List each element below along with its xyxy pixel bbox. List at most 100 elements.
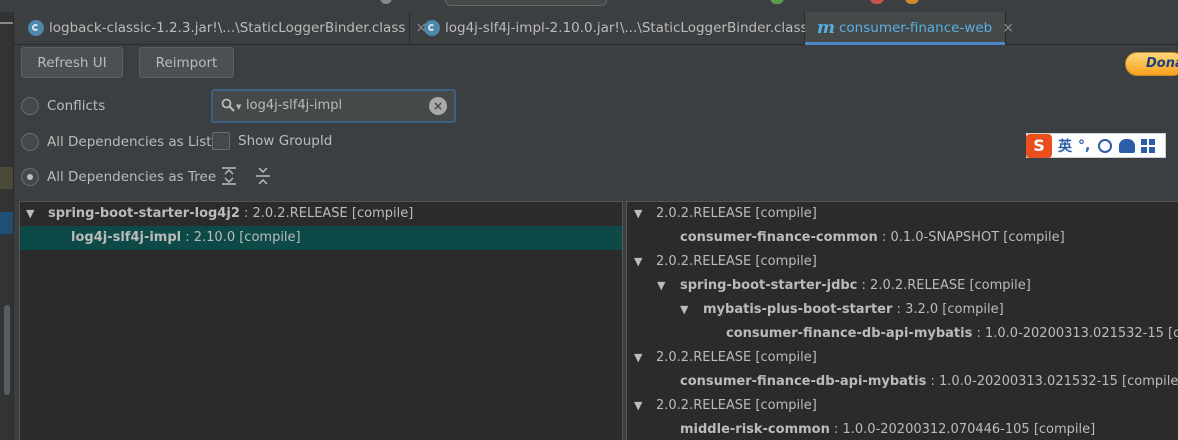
artifact-version: 2.0.2.RELEASE [compile]: [656, 206, 817, 221]
tree-node[interactable]: ▼ 2.0.2.RELEASE [compile]: [627, 202, 1178, 226]
close-icon[interactable]: ×: [1002, 20, 1014, 36]
artifact-version: : 1.0.0-20200313.021532-15 [compile]: [926, 374, 1178, 389]
user-icon[interactable]: [1119, 138, 1136, 153]
stop-icon[interactable]: [870, 0, 884, 4]
tree-node[interactable]: consumer-finance-db-api-mybatis : 1.0.0-…: [627, 322, 1178, 346]
gutter-icon[interactable]: [0, 22, 13, 38]
expand-toggle-icon[interactable]: ▼: [680, 298, 688, 322]
tree-node[interactable]: ▼ 2.0.2.RELEASE [compile]: [627, 250, 1178, 274]
artifact-name: mybatis-plus-boot-starter: [703, 302, 893, 317]
tree-node-text: 2.0.2.RELEASE [compile]: [656, 346, 817, 370]
toolbar-search-field[interactable]: [445, 0, 607, 6]
search-history-dropdown-icon[interactable]: ▼: [236, 103, 241, 111]
build-icon[interactable]: [905, 0, 919, 4]
conflicts-radio[interactable]: [21, 97, 39, 115]
show-groupid-checkbox[interactable]: [212, 132, 230, 150]
tree-node[interactable]: ▼ 2.0.2.RELEASE [compile]: [627, 394, 1178, 418]
toolbar-icon[interactable]: [380, 0, 392, 4]
class-file-icon: [28, 20, 44, 36]
tree-node[interactable]: ▼ spring-boot-starter-log4j2 : 2.0.2.REL…: [20, 202, 622, 226]
artifact-version: 2.0.2.RELEASE [compile]: [656, 350, 817, 365]
tree-node-text: spring-boot-starter-jdbc : 2.0.2.RELEASE…: [680, 274, 1031, 298]
artifact-version: : 0.1.0-SNAPSHOT [compile]: [877, 230, 1065, 245]
search-icon[interactable]: [221, 98, 235, 112]
all-dependencies-list-radio[interactable]: [21, 133, 39, 151]
editor-tab-bar: logback-classic-1.2.3.jar!\...\StaticLog…: [14, 12, 1178, 45]
clear-search-icon[interactable]: ×: [429, 97, 447, 115]
artifact-version: : 2.0.2.RELEASE [compile]: [239, 206, 414, 221]
tree-node-text: 2.0.2.RELEASE [compile]: [656, 250, 817, 274]
ime-toolbar: S 英 °,: [1026, 133, 1166, 158]
artifact-name: consumer-finance-db-api-mybatis: [680, 374, 927, 389]
tab-label: logback-classic-1.2.3.jar!\...\StaticLog…: [49, 20, 406, 36]
artifact-version: : 3.2.0 [compile]: [892, 302, 1004, 317]
expand-toggle-icon[interactable]: ▼: [634, 346, 642, 370]
conflicts-label[interactable]: Conflicts: [47, 98, 105, 114]
tab-logback-classic[interactable]: logback-classic-1.2.3.jar!\...\StaticLog…: [14, 12, 427, 44]
tab-label: consumer-finance-web: [839, 20, 993, 36]
tree-node-text: middle-risk-common : 1.0.0-20200312.0704…: [680, 418, 1095, 440]
expand-all-icon[interactable]: [220, 166, 238, 186]
tree-node-text: consumer-finance-db-api-mybatis : 1.0.0-…: [726, 322, 1178, 346]
collapse-all-icon[interactable]: [254, 166, 272, 186]
search-input[interactable]: log4j-slf4j-impl: [246, 98, 342, 113]
expand-toggle-icon[interactable]: ▼: [657, 274, 665, 298]
gutter-marker: [0, 167, 13, 189]
artifact-version: 2.0.2.RELEASE [compile]: [656, 398, 817, 413]
maven-icon: m: [817, 18, 835, 38]
tab-log4j-slf4j-impl[interactable]: log4j-slf4j-impl-2.10.0.jar!\...\StaticL…: [410, 12, 829, 44]
artifact-name: spring-boot-starter-log4j2: [48, 206, 240, 221]
tree-node-text: 2.0.2.RELEASE [compile]: [656, 394, 817, 418]
expand-toggle-icon[interactable]: ▼: [634, 394, 642, 418]
tree-node-text: consumer-finance-db-api-mybatis : 1.0.0-…: [680, 370, 1178, 394]
artifact-version: 2.0.2.RELEASE [compile]: [656, 254, 817, 269]
tree-node-text: 2.0.2.RELEASE [compile]: [656, 202, 817, 226]
all-dependencies-tree-radio[interactable]: [21, 168, 39, 186]
tree-node-selected[interactable]: log4j-slf4j-impl : 2.10.0 [compile]: [20, 226, 622, 250]
run-icon[interactable]: [770, 0, 784, 4]
artifact-version: : 2.10.0 [compile]: [181, 230, 301, 245]
tree-node[interactable]: ▼ 2.0.2.RELEASE [compile]: [627, 346, 1178, 370]
expand-toggle-icon[interactable]: ▼: [26, 202, 34, 226]
left-tool-gutter: [0, 12, 14, 440]
expand-toggle-icon[interactable]: ▼: [634, 250, 642, 274]
emoji-icon[interactable]: [1098, 138, 1113, 153]
dependency-tree-panel: ▼ spring-boot-starter-log4j2 : 2.0.2.REL…: [19, 201, 623, 440]
tree-node[interactable]: consumer-finance-db-api-mybatis : 1.0.0-…: [627, 370, 1178, 394]
gutter-scrollbar[interactable]: [4, 305, 10, 395]
usage-tree-panel: ▼ 2.0.2.RELEASE [compile] consumer-finan…: [626, 201, 1178, 440]
tree-node-text: spring-boot-starter-log4j2 : 2.0.2.RELEA…: [48, 202, 413, 226]
artifact-name: spring-boot-starter-jdbc: [680, 278, 858, 293]
top-toolbar-remnant: [0, 0, 1178, 12]
artifact-name: log4j-slf4j-impl: [71, 230, 182, 245]
tree-node[interactable]: consumer-finance-common : 0.1.0-SNAPSHOT…: [627, 226, 1178, 250]
toolbox-icon[interactable]: [1141, 138, 1156, 153]
tree-node[interactable]: ▼ spring-boot-starter-jdbc : 2.0.2.RELEA…: [627, 274, 1178, 298]
tab-label: log4j-slf4j-impl-2.10.0.jar!\...\StaticL…: [445, 20, 808, 36]
artifact-name: consumer-finance-db-api-mybatis: [726, 326, 973, 341]
expand-toggle-icon[interactable]: ▼: [634, 202, 642, 226]
all-dependencies-list-label[interactable]: All Dependencies as List: [47, 134, 212, 150]
artifact-name: consumer-finance-common: [680, 230, 878, 245]
show-groupid-label[interactable]: Show GroupId: [238, 133, 332, 149]
artifact-version: : 1.0.0-20200313.021532-15 [compile]: [976, 326, 1178, 341]
class-file-icon: [424, 20, 440, 36]
donate-button[interactable]: Donate: [1125, 52, 1178, 76]
tree-node[interactable]: ▼ mybatis-plus-boot-starter : 3.2.0 [com…: [627, 298, 1178, 322]
artifact-name: middle-risk-common: [680, 422, 830, 437]
reimport-button[interactable]: Reimport: [139, 47, 234, 78]
artifact-version: : 1.0.0-20200312.070446-105 [compile]: [829, 422, 1096, 437]
gutter-marker: [0, 212, 13, 234]
ime-language-toggle[interactable]: 英: [1058, 136, 1072, 156]
artifact-version: : 2.0.2.RELEASE [compile]: [857, 278, 1031, 293]
tree-node-text: log4j-slf4j-impl : 2.10.0 [compile]: [71, 226, 301, 250]
tab-consumer-finance-web[interactable]: m consumer-finance-web ×: [805, 12, 1014, 45]
dependency-search-field[interactable]: ▼ log4j-slf4j-impl ×: [211, 89, 456, 123]
tree-node-text: consumer-finance-common : 0.1.0-SNAPSHOT…: [680, 226, 1065, 250]
sogou-logo[interactable]: S: [1026, 133, 1052, 158]
tree-node[interactable]: middle-risk-common : 1.0.0-20200312.0704…: [627, 418, 1178, 440]
refresh-ui-button[interactable]: Refresh UI: [21, 47, 123, 78]
ime-punctuation-toggle[interactable]: °,: [1078, 138, 1090, 154]
all-dependencies-tree-label[interactable]: All Dependencies as Tree: [47, 169, 216, 185]
tree-node-text: mybatis-plus-boot-starter : 3.2.0 [compi…: [703, 298, 1004, 322]
